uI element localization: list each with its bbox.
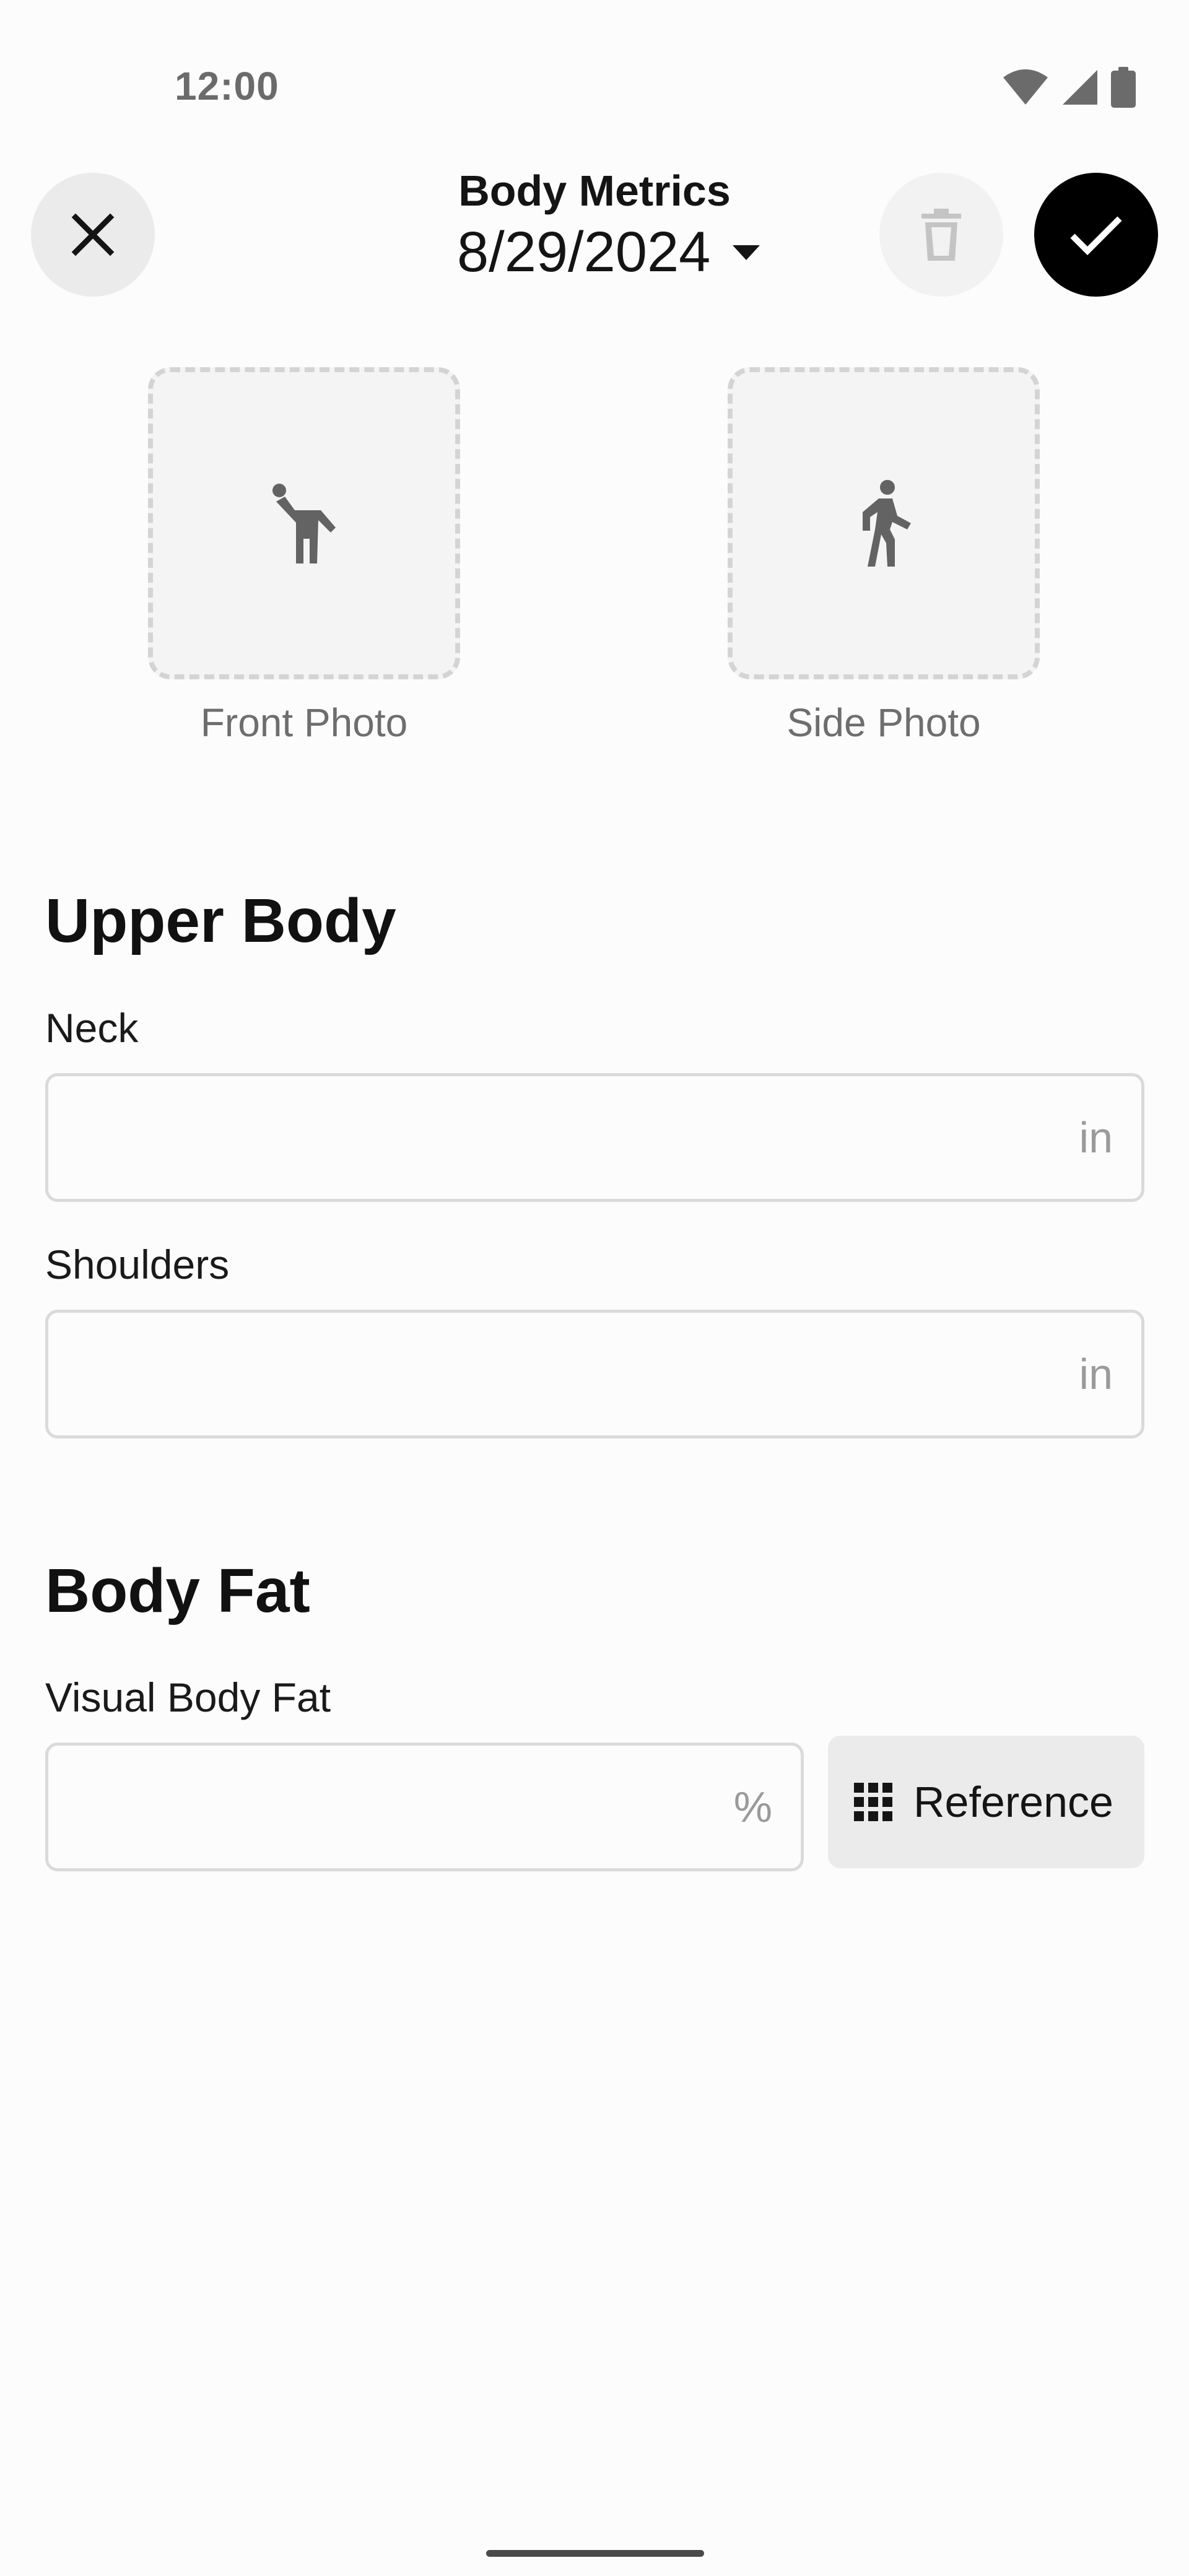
- delete-button[interactable]: [879, 173, 1003, 297]
- neck-label: Neck: [45, 1005, 139, 1051]
- grid-icon: [854, 1783, 892, 1821]
- front-photo-slot[interactable]: [148, 367, 460, 679]
- side-photo-label: Side Photo: [786, 700, 981, 745]
- upper-body-heading: Upper Body: [45, 886, 396, 955]
- shoulders-field[interactable]: in: [45, 1310, 1144, 1438]
- shoulders-label: Shoulders: [45, 1242, 230, 1287]
- neck-field[interactable]: in: [45, 1073, 1144, 1202]
- body-fat-heading: Body Fat: [45, 1556, 310, 1625]
- status-icons: [1002, 67, 1136, 108]
- visual-body-fat-label: Visual Body Fat: [45, 1674, 331, 1720]
- shoulders-input[interactable]: [48, 1313, 1141, 1435]
- battery-icon: [1111, 67, 1136, 108]
- page-title: Body Metrics: [458, 167, 731, 215]
- close-icon: [71, 213, 115, 256]
- trash-icon: [921, 209, 961, 261]
- neck-input[interactable]: [48, 1076, 1141, 1199]
- person-walking-icon: [863, 480, 911, 567]
- checkmark-icon: [1070, 216, 1122, 256]
- home-indicator[interactable]: [486, 2550, 704, 2557]
- side-photo-slot[interactable]: [728, 367, 1040, 679]
- reference-label: Reference: [913, 1778, 1113, 1826]
- person-front-icon: [272, 484, 336, 564]
- cellular-signal-icon: [1063, 70, 1097, 105]
- status-time: 12:00: [175, 64, 279, 108]
- visual-body-fat-input[interactable]: [48, 1746, 801, 1868]
- visual-body-fat-unit: %: [733, 1783, 772, 1831]
- shoulders-unit: in: [1079, 1350, 1113, 1398]
- date-selector[interactable]: 8/29/2024: [457, 220, 760, 285]
- dropdown-arrow-icon: [733, 245, 760, 260]
- confirm-button[interactable]: [1034, 173, 1158, 297]
- neck-unit: in: [1079, 1113, 1113, 1162]
- front-photo-label: Front Photo: [200, 700, 408, 745]
- reference-button[interactable]: Reference: [828, 1736, 1144, 1868]
- date-value: 8/29/2024: [457, 220, 711, 284]
- wifi-icon: [1003, 69, 1048, 105]
- visual-body-fat-field[interactable]: %: [45, 1743, 804, 1871]
